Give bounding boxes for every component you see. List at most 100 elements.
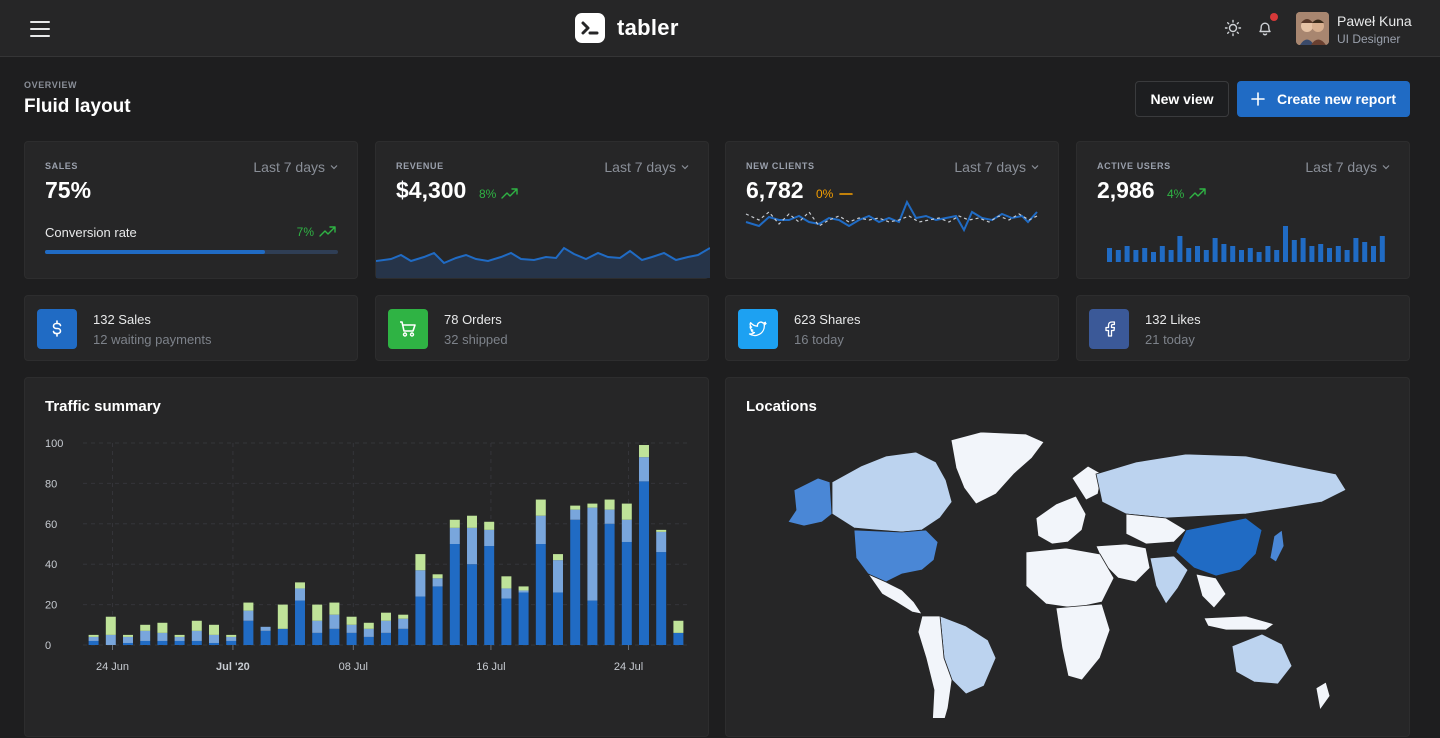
traffic-bar-segment[interactable]: [535, 499, 546, 516]
traffic-bar-segment[interactable]: [449, 544, 460, 645]
map-region-russia[interactable]: [1095, 453, 1347, 519]
map-region-japan[interactable]: [1269, 529, 1285, 563]
traffic-bar-segment[interactable]: [88, 640, 99, 645]
traffic-bar-segment[interactable]: [449, 519, 460, 528]
traffic-bar-segment[interactable]: [260, 630, 271, 645]
traffic-bar-segment[interactable]: [123, 634, 133, 637]
traffic-bar-segment[interactable]: [621, 503, 632, 520]
traffic-bar-segment[interactable]: [518, 592, 529, 645]
traffic-bar-segment[interactable]: [329, 628, 340, 645]
traffic-bar-segment[interactable]: [123, 642, 133, 645]
traffic-bar-segment[interactable]: [295, 588, 305, 601]
map-region-australia[interactable]: [1231, 633, 1293, 685]
theme-sun-icon[interactable]: [1224, 19, 1242, 37]
traffic-bar-segment[interactable]: [295, 600, 305, 645]
traffic-bar-segment[interactable]: [467, 515, 477, 528]
create-report-button[interactable]: Create new report: [1237, 81, 1410, 117]
map-region-indonesia[interactable]: [1203, 615, 1275, 631]
traffic-bar-segment[interactable]: [226, 640, 237, 645]
map-region-mexico[interactable]: [866, 573, 923, 615]
menu-toggle-icon[interactable]: [30, 21, 50, 37]
traffic-bar-segment[interactable]: [123, 636, 133, 643]
traffic-bar-segment[interactable]: [191, 620, 202, 631]
traffic-bar-segment[interactable]: [398, 618, 409, 629]
traffic-bar-segment[interactable]: [329, 614, 340, 629]
traffic-bar-segment[interactable]: [381, 632, 391, 645]
traffic-bar-segment[interactable]: [501, 588, 512, 599]
traffic-bar-segment[interactable]: [639, 481, 649, 645]
map-region-canada[interactable]: [831, 451, 953, 533]
traffic-bar-segment[interactable]: [105, 616, 116, 635]
traffic-bar-segment[interactable]: [570, 509, 581, 520]
traffic-bar-segment[interactable]: [105, 634, 116, 645]
traffic-bar-segment[interactable]: [415, 570, 426, 597]
traffic-bar-segment[interactable]: [484, 521, 495, 530]
traffic-bar-segment[interactable]: [346, 616, 357, 625]
traffic-bar-segment[interactable]: [639, 445, 649, 458]
traffic-bar-segment[interactable]: [535, 515, 546, 544]
traffic-bar-segment[interactable]: [174, 636, 185, 641]
traffic-bar-segment[interactable]: [604, 509, 615, 524]
traffic-bar-segment[interactable]: [587, 503, 598, 508]
traffic-bar-segment[interactable]: [553, 554, 563, 561]
traffic-bar-segment[interactable]: [295, 582, 305, 589]
map-region-north-africa[interactable]: [1025, 547, 1115, 609]
traffic-bar-segment[interactable]: [415, 596, 426, 645]
traffic-bar-segment[interactable]: [553, 560, 563, 593]
traffic-bar-segment[interactable]: [209, 624, 219, 635]
map-region-south-africa[interactable]: [1055, 603, 1111, 681]
traffic-bar-segment[interactable]: [363, 622, 374, 629]
traffic-bar-segment[interactable]: [381, 612, 391, 621]
traffic-bar-segment[interactable]: [621, 519, 632, 542]
traffic-bar-segment[interactable]: [484, 529, 495, 547]
traffic-bar-segment[interactable]: [329, 602, 340, 615]
traffic-bar-segment[interactable]: [604, 523, 615, 645]
user-name[interactable]: Paweł Kuna: [1337, 13, 1412, 29]
traffic-bar-segment[interactable]: [209, 642, 219, 645]
traffic-bar-segment[interactable]: [535, 544, 546, 645]
traffic-bar-segment[interactable]: [587, 600, 598, 645]
traffic-bar-segment[interactable]: [432, 574, 443, 579]
traffic-bar-segment[interactable]: [553, 592, 563, 645]
range-dropdown[interactable]: Last 7 days: [1305, 159, 1391, 175]
map-region-usa[interactable]: [853, 529, 939, 583]
traffic-bar-segment[interactable]: [226, 634, 237, 637]
traffic-bar-segment[interactable]: [346, 632, 357, 645]
map-region-central-asia[interactable]: [1125, 513, 1187, 545]
range-dropdown[interactable]: Last 7 days: [954, 159, 1040, 175]
range-dropdown[interactable]: Last 7 days: [253, 159, 339, 175]
traffic-bar-segment[interactable]: [398, 628, 409, 645]
traffic-bar-segment[interactable]: [312, 632, 323, 645]
traffic-bar-segment[interactable]: [587, 507, 598, 601]
traffic-bar-segment[interactable]: [467, 564, 477, 645]
traffic-bar-segment[interactable]: [226, 636, 237, 641]
traffic-bar-segment[interactable]: [449, 527, 460, 544]
traffic-bar-segment[interactable]: [277, 628, 288, 645]
new-view-button[interactable]: New view: [1135, 81, 1229, 117]
map-region-alaska[interactable]: [787, 477, 833, 527]
notifications-bell-icon[interactable]: [1256, 19, 1274, 37]
traffic-bar-segment[interactable]: [312, 604, 323, 621]
traffic-bar-segment[interactable]: [243, 610, 254, 621]
traffic-bar-segment[interactable]: [140, 624, 151, 631]
traffic-bar-segment[interactable]: [621, 541, 632, 645]
traffic-bar-segment[interactable]: [346, 624, 357, 633]
traffic-bar-segment[interactable]: [432, 586, 443, 645]
traffic-bar-segment[interactable]: [501, 576, 512, 589]
traffic-bar-segment[interactable]: [191, 630, 202, 641]
traffic-bar-segment[interactable]: [656, 552, 667, 645]
traffic-bar-segment[interactable]: [673, 632, 684, 645]
traffic-bar-segment[interactable]: [570, 519, 581, 645]
traffic-bar-segment[interactable]: [363, 636, 374, 645]
traffic-bar-segment[interactable]: [518, 586, 529, 591]
traffic-bar-segment[interactable]: [363, 628, 374, 637]
traffic-bar-segment[interactable]: [398, 614, 409, 619]
avatar[interactable]: [1296, 12, 1329, 45]
traffic-bar-segment[interactable]: [381, 620, 391, 633]
map-region-europe[interactable]: [1035, 495, 1087, 545]
traffic-bar-segment[interactable]: [157, 632, 168, 641]
traffic-bar-segment[interactable]: [157, 640, 168, 645]
traffic-bar-segment[interactable]: [140, 640, 151, 645]
map-region-new-zealand[interactable]: [1315, 681, 1331, 712]
traffic-bar-segment[interactable]: [484, 546, 495, 645]
